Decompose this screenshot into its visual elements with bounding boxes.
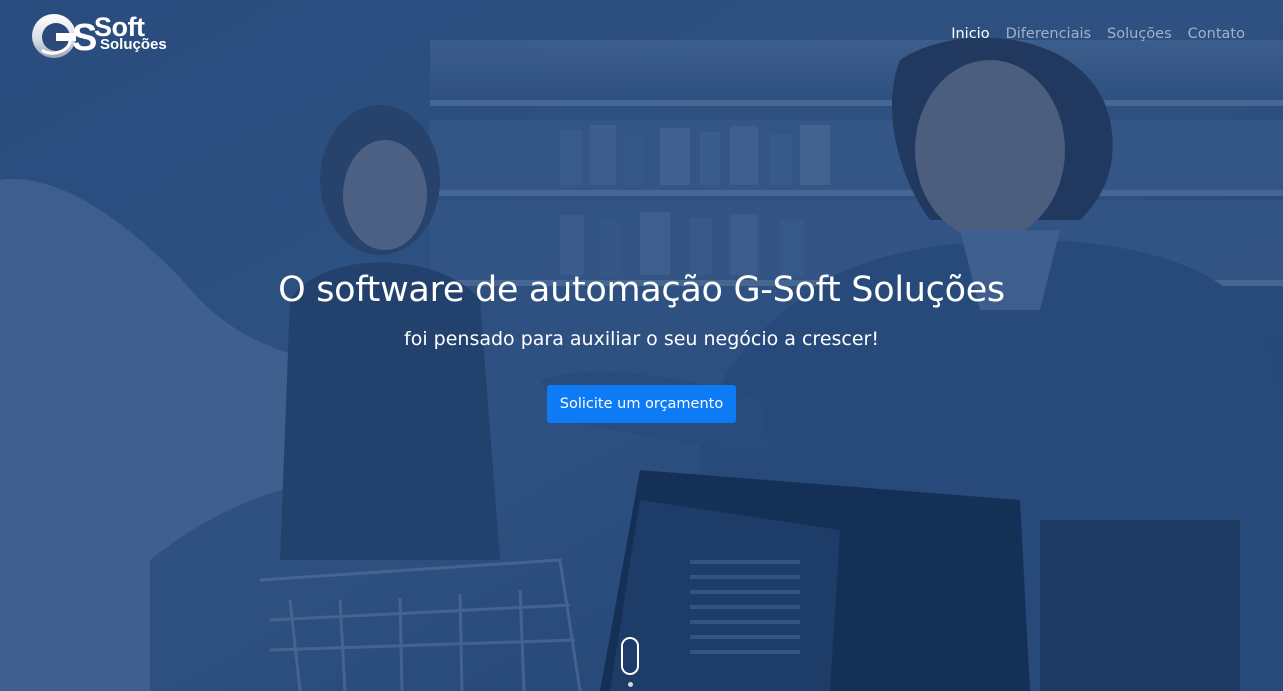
main-nav: Inicio Diferenciais Soluções Contato (951, 26, 1245, 42)
hero-title: O software de automação G-Soft Soluções (278, 270, 1005, 310)
logo-text-sub: Soluções (100, 36, 167, 53)
nav-item-inicio[interactable]: Inicio (951, 26, 989, 42)
hero-subtitle: foi pensado para auxiliar o seu negócio … (404, 328, 879, 350)
hero-content: O software de automação G-Soft Soluções … (0, 266, 1283, 423)
brand-logo[interactable]: S Soft Soluções (30, 12, 180, 59)
nav-item-contato[interactable]: Contato (1188, 26, 1245, 42)
nav-item-diferenciais[interactable]: Diferenciais (1006, 26, 1091, 42)
mouse-scroll-icon[interactable] (621, 637, 639, 675)
hero-section: S Soft Soluções Inicio Diferenciais Solu… (0, 0, 1283, 691)
nav-item-solucoes[interactable]: Soluções (1107, 26, 1172, 42)
request-quote-button[interactable]: Solicite um orçamento (546, 385, 737, 423)
scroll-dot-icon (628, 682, 633, 687)
logo-g-mark-icon: S (32, 14, 97, 59)
